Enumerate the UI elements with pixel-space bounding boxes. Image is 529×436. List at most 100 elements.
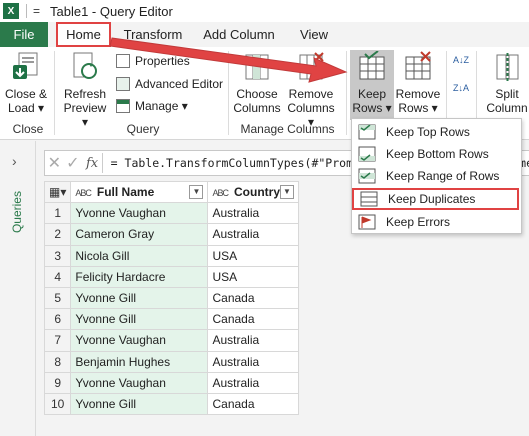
ribbon-tab-bar: File Home Transform Add Column View [0, 22, 529, 47]
remove-columns-button[interactable]: Remove Columns ▾ [284, 51, 338, 129]
cell-country[interactable]: Australia [207, 329, 299, 352]
column-header-full-name[interactable]: ABC Full Name ▼ [70, 180, 209, 204]
cell-country[interactable]: Canada [207, 286, 299, 310]
cell-full-name[interactable]: Yvonne Gill [70, 308, 209, 331]
row-number[interactable]: 6 [43, 308, 72, 331]
row-number[interactable]: 9 [43, 371, 72, 394]
keep-rows-button[interactable]: Keep Rows ▾ [350, 51, 394, 115]
menu-item-label: Keep Errors [386, 215, 451, 229]
row-number[interactable]: 8 [43, 350, 72, 373]
keep-duplicates-icon [360, 191, 378, 207]
cell-country[interactable]: Australia [207, 350, 299, 373]
manage-icon [116, 99, 130, 113]
table-row: 7 Yvonne Vaughan Australia [43, 329, 299, 352]
tab-home[interactable]: Home [56, 22, 111, 47]
cancel-formula-icon[interactable]: ✕ [45, 153, 64, 173]
sort-descending-icon[interactable]: Z↓A [453, 83, 469, 93]
sort-ascending-icon[interactable]: A↓Z [453, 55, 469, 65]
cell-country[interactable]: USA [207, 244, 299, 267]
cell-full-name[interactable]: Benjamin Hughes [70, 350, 209, 373]
refresh-label-1: Refresh [63, 87, 107, 101]
window-title: Table1 - Query Editor [50, 3, 173, 19]
manage-button[interactable]: Manage ▾ [116, 97, 188, 115]
cell-full-name[interactable]: Yvonne Vaughan [70, 371, 209, 394]
row-number[interactable]: 2 [43, 223, 72, 246]
table-row: 2 Cameron Gray Australia [43, 223, 299, 246]
menu-item-keep-range-of-rows[interactable]: Keep Range of Rows [352, 165, 523, 187]
row-number[interactable]: 3 [43, 244, 72, 267]
text-type-icon[interactable]: ABC [75, 188, 91, 198]
cell-full-name[interactable]: Yvonne Vaughan [70, 202, 209, 225]
cell-full-name[interactable]: Yvonne Vaughan [70, 329, 209, 352]
advanced-editor-label: Advanced Editor [135, 77, 224, 91]
keep-rows-menu: Keep Top Rows Keep Bottom Rows Keep Rang… [351, 118, 522, 234]
chevron-right-icon[interactable]: › [12, 153, 17, 169]
cell-full-name[interactable]: Felicity Hardacre [70, 265, 209, 288]
fx-icon: fx [85, 155, 99, 171]
menu-item-label: Keep Bottom Rows [386, 147, 489, 161]
keep-top-rows-icon [358, 124, 376, 140]
menu-item-keep-top-rows[interactable]: Keep Top Rows [352, 121, 523, 143]
cell-full-name[interactable]: Nicola Gill [70, 244, 209, 267]
table-row: 3 Nicola Gill USA [43, 244, 299, 267]
tab-file[interactable]: File [0, 22, 48, 47]
cell-country[interactable]: Australia [207, 202, 299, 225]
manage-label: Manage [135, 99, 179, 113]
keep-rows-icon [359, 51, 385, 80]
table-row: 8 Benjamin Hughes Australia [43, 350, 299, 373]
menu-item-keep-bottom-rows[interactable]: Keep Bottom Rows [352, 143, 523, 165]
quick-access-menu[interactable]: = [33, 4, 40, 18]
group-label-manage-columns: Manage Columns [240, 122, 335, 136]
refresh-preview-button[interactable]: Refresh Preview ▾ [60, 51, 110, 129]
menu-item-keep-errors[interactable]: Keep Errors [352, 211, 523, 233]
cell-country[interactable]: Australia [207, 223, 299, 246]
excel-logo-icon: X [3, 3, 19, 19]
row-number[interactable]: 10 [43, 392, 72, 416]
row-number[interactable]: 1 [43, 202, 72, 225]
filter-dropdown-icon[interactable]: ▼ [280, 185, 294, 200]
filter-dropdown-icon[interactable]: ▼ [189, 185, 204, 200]
accept-formula-icon[interactable]: ✓ [64, 153, 83, 173]
keep-errors-icon [358, 214, 376, 230]
cell-full-name[interactable]: Yvonne Gill [70, 286, 209, 310]
choose-columns-label-1: Choose [236, 87, 278, 101]
close-load-button[interactable]: Close & Load ▾ [4, 51, 48, 115]
menu-item-keep-duplicates[interactable]: Keep Duplicates [352, 188, 519, 210]
remove-rows-button[interactable]: Remove Rows ▾ [395, 51, 441, 115]
keep-range-of-rows-icon [358, 168, 376, 184]
data-grid: ▦▾ ABC Full Name ▼ ABC Country ▼ 1 Yvonne V… [43, 180, 299, 416]
formula-divider [102, 153, 103, 173]
cell-country[interactable]: USA [207, 265, 299, 288]
row-number[interactable]: 7 [43, 329, 72, 352]
tab-transform[interactable]: Transform [120, 22, 186, 47]
table-corner-menu[interactable]: ▦▾ [43, 180, 72, 204]
cell-full-name[interactable]: Yvonne Gill [70, 392, 209, 416]
row-number[interactable]: 4 [43, 265, 72, 288]
cell-country[interactable]: Canada [207, 392, 299, 416]
text-type-icon[interactable]: ABC [212, 188, 228, 198]
group-label-close: Close [12, 122, 44, 136]
tab-view[interactable]: View [296, 22, 332, 47]
cell-full-name[interactable]: Cameron Gray [70, 223, 209, 246]
choose-columns-label-2: Columns [233, 101, 281, 115]
keep-rows-label-1: Keep [357, 87, 387, 101]
table-row: 9 Yvonne Vaughan Australia [43, 371, 299, 394]
tab-add-column[interactable]: Add Column [198, 22, 280, 47]
properties-button[interactable]: Properties [116, 52, 190, 70]
remove-rows-label-1: Remove [395, 87, 441, 101]
cell-country[interactable]: Australia [207, 371, 299, 394]
properties-icon [116, 54, 130, 68]
queries-pane-label[interactable]: Queries [10, 191, 24, 233]
close-load-label-1: Close & [4, 87, 48, 101]
remove-rows-icon [405, 51, 431, 80]
column-header-country[interactable]: ABC Country ▼ [207, 180, 299, 204]
row-number[interactable]: 5 [43, 286, 72, 310]
cell-country[interactable]: Canada [207, 308, 299, 331]
close-load-label-2: Load ▾ [7, 101, 45, 115]
title-separator [26, 4, 27, 18]
table-row: 4 Felicity Hardacre USA [43, 265, 299, 288]
advanced-editor-button[interactable]: Advanced Editor [116, 75, 223, 93]
group-separator [54, 51, 55, 135]
choose-columns-button[interactable]: Choose Columns [232, 51, 282, 115]
column-title: Country [234, 185, 280, 200]
